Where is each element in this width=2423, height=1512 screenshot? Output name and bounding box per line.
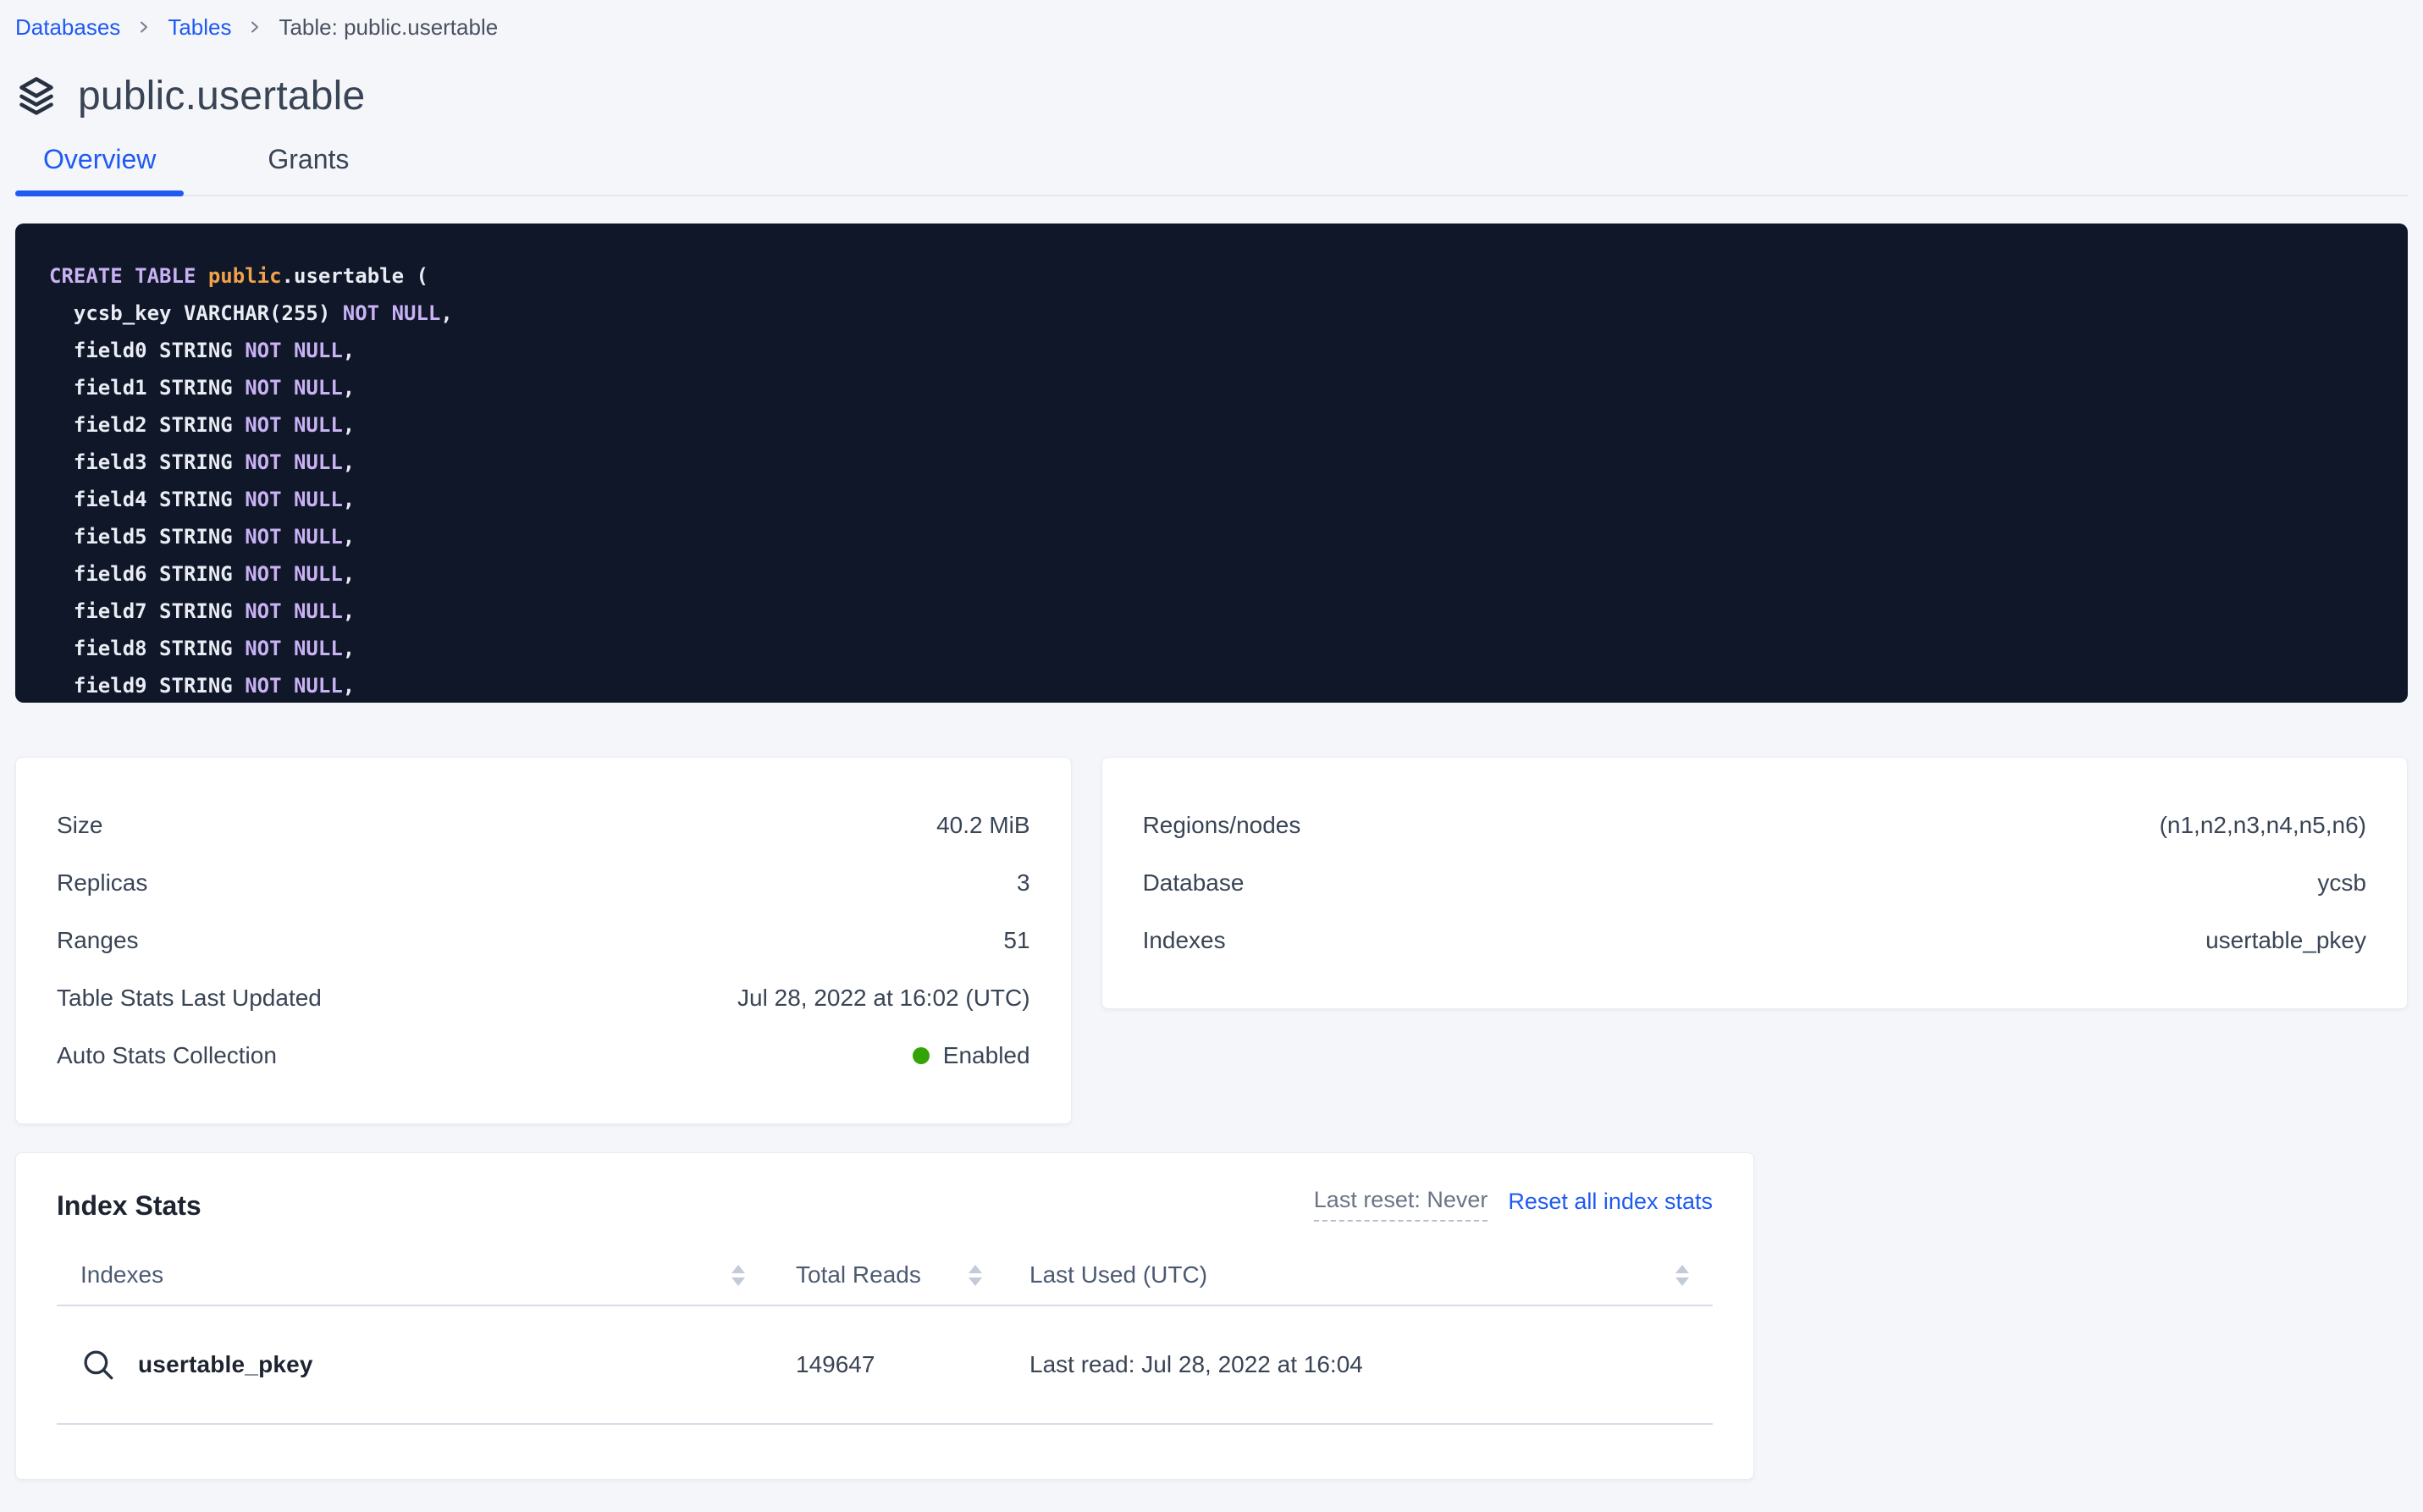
last-reset-label: Last reset: Never bbox=[1314, 1187, 1488, 1222]
stat-row: Table Stats Last Updated Jul 28, 2022 at … bbox=[57, 969, 1030, 1027]
sql-line: field8 STRING NOT NULL, bbox=[49, 630, 2408, 667]
last-used-cell: Last read: Jul 28, 2022 at 16:04 bbox=[1029, 1351, 1689, 1378]
sql-line: field7 STRING NOT NULL, bbox=[49, 593, 2408, 630]
tab-grants[interactable]: Grants bbox=[240, 144, 377, 196]
stat-value: 3 bbox=[1017, 869, 1030, 897]
index-table-header: Indexes Total Reads Last Used (UTC) bbox=[57, 1245, 1713, 1306]
chevron-right-icon bbox=[246, 19, 263, 36]
column-label: Total Reads bbox=[796, 1261, 921, 1289]
stat-value: ycsb bbox=[2317, 869, 2366, 897]
stat-row: Regions/nodes (n1,n2,n3,n4,n5,n6) bbox=[1143, 797, 2366, 854]
sql-line: ycsb_key VARCHAR(255) NOT NULL, bbox=[49, 295, 2408, 332]
sql-line: field9 STRING NOT NULL, bbox=[49, 667, 2408, 703]
table-details-rows: Size 40.2 MiB Replicas 3 Ranges 51 Table Stats… bbox=[57, 797, 1030, 1084]
stat-row: Ranges 51 bbox=[57, 912, 1030, 969]
stat-label: Replicas bbox=[57, 869, 147, 897]
column-label: Indexes bbox=[80, 1261, 163, 1289]
column-header-total-reads[interactable]: Total Reads bbox=[796, 1261, 982, 1289]
stat-label: Table Stats Last Updated bbox=[57, 985, 322, 1012]
sql-line: CREATE TABLE public.usertable ( bbox=[49, 257, 2408, 295]
column-header-indexes[interactable]: Indexes bbox=[80, 1261, 745, 1289]
index-stats-table-row[interactable]: usertable_pkey 149647 Last read: Jul 28, 2… bbox=[57, 1306, 1713, 1425]
sql-line: field3 STRING NOT NULL, bbox=[49, 444, 2408, 481]
table-details-card: Size 40.2 MiB Replicas 3 Ranges 51 Table Stats… bbox=[15, 757, 1072, 1124]
index-name-cell[interactable]: usertable_pkey bbox=[80, 1347, 745, 1382]
page-title: public.usertable bbox=[78, 73, 365, 119]
summary-cards-row: Size 40.2 MiB Replicas 3 Ranges 51 Table Stats… bbox=[15, 757, 2408, 1124]
stat-label: Auto Stats Collection bbox=[57, 1042, 277, 1069]
chevron-right-icon bbox=[135, 19, 152, 36]
sql-line: field0 STRING NOT NULL, bbox=[49, 332, 2408, 369]
breadcrumb-current: Table: public.usertable bbox=[279, 14, 498, 41]
sort-icon[interactable] bbox=[731, 1265, 745, 1286]
stat-row: Auto Stats Collection Enabled bbox=[57, 1027, 1030, 1084]
breadcrumb-databases[interactable]: Databases bbox=[15, 14, 120, 41]
index-stats-actions: Last reset: Never Reset all index stats bbox=[1314, 1187, 1713, 1222]
regions-details-rows: Regions/nodes (n1,n2,n3,n4,n5,n6) Database… bbox=[1143, 797, 2366, 969]
stat-row: Database ycsb bbox=[1143, 854, 2366, 912]
sql-line: field5 STRING NOT NULL, bbox=[49, 518, 2408, 555]
page-title-row: public.usertable bbox=[15, 71, 2408, 120]
total-reads-cell: 149647 bbox=[796, 1351, 982, 1378]
stat-label: Indexes bbox=[1143, 927, 1226, 954]
column-header-last-used[interactable]: Last Used (UTC) bbox=[1029, 1261, 1689, 1289]
status-dot-icon bbox=[913, 1047, 930, 1064]
tab-overview[interactable]: Overview bbox=[15, 144, 184, 196]
regions-details-card: Regions/nodes (n1,n2,n3,n4,n5,n6) Database… bbox=[1101, 757, 2408, 1009]
stat-label: Regions/nodes bbox=[1143, 812, 1301, 839]
stat-row: Size 40.2 MiB bbox=[57, 797, 1030, 854]
stat-label: Ranges bbox=[57, 927, 139, 954]
index-name: usertable_pkey bbox=[138, 1351, 313, 1378]
sort-icon[interactable] bbox=[1675, 1265, 1689, 1286]
sql-line: field1 STRING NOT NULL, bbox=[49, 369, 2408, 406]
stat-label: Database bbox=[1143, 869, 1245, 897]
sql-code: CREATE TABLE public.usertable ( ycsb_key… bbox=[49, 257, 2408, 703]
stat-value: Jul 28, 2022 at 16:02 (UTC) bbox=[737, 985, 1030, 1012]
breadcrumb-tables[interactable]: Tables bbox=[168, 14, 231, 41]
sql-line: field2 STRING NOT NULL, bbox=[49, 406, 2408, 444]
stat-value: (n1,n2,n3,n4,n5,n6) bbox=[2160, 812, 2366, 839]
sql-line: field6 STRING NOT NULL, bbox=[49, 555, 2408, 593]
layers-icon bbox=[15, 74, 58, 117]
reset-all-index-stats-link[interactable]: Reset all index stats bbox=[1508, 1189, 1713, 1222]
tab-bar: Overview Grants bbox=[15, 144, 2408, 196]
stat-row: Replicas 3 bbox=[57, 854, 1030, 912]
index-stats-header: Index Stats Last reset: Never Reset all … bbox=[57, 1187, 1713, 1222]
search-icon bbox=[80, 1347, 116, 1382]
stat-label: Size bbox=[57, 812, 102, 839]
stat-value: 51 bbox=[1003, 927, 1029, 954]
stat-value: 40.2 MiB bbox=[936, 812, 1030, 839]
sort-icon[interactable] bbox=[969, 1265, 982, 1286]
breadcrumb: Databases Tables Table: public.usertable bbox=[15, 12, 2408, 42]
create-table-sql-box: CREATE TABLE public.usertable ( ycsb_key… bbox=[15, 223, 2408, 703]
stat-value: usertable_pkey bbox=[2205, 927, 2366, 954]
stat-value: Enabled bbox=[913, 1042, 1030, 1069]
index-stats-title: Index Stats bbox=[57, 1190, 201, 1222]
column-label: Last Used (UTC) bbox=[1029, 1261, 1207, 1289]
sql-line: field4 STRING NOT NULL, bbox=[49, 481, 2408, 518]
table-detail-page: Databases Tables Table: public.usertable… bbox=[0, 0, 2423, 1480]
stat-row: Indexes usertable_pkey bbox=[1143, 912, 2366, 969]
index-table-body: usertable_pkey 149647 Last read: Jul 28, 2… bbox=[57, 1306, 1713, 1425]
index-stats-card: Index Stats Last reset: Never Reset all … bbox=[15, 1152, 1754, 1480]
